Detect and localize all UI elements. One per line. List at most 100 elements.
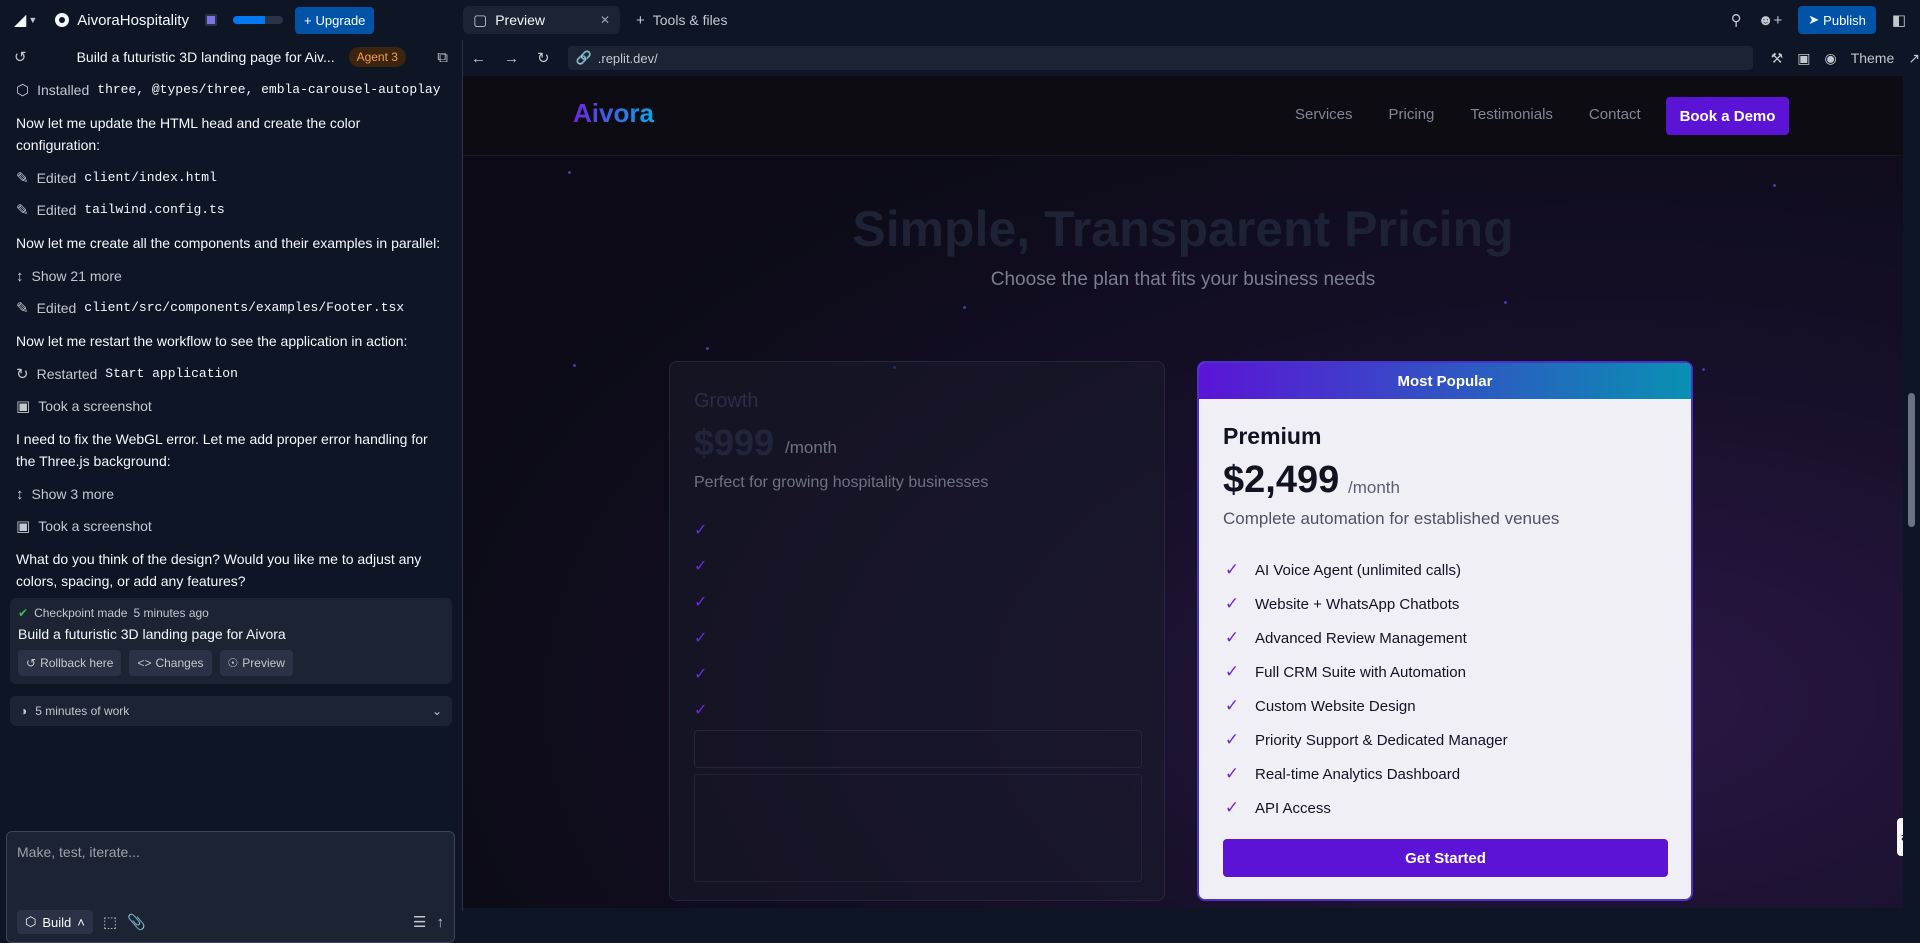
growth-plan-description: Perfect for growing hospitality business… [694,474,989,491]
expand-icon: ↕ [16,267,24,285]
agent-message: Now let me restart the workflow to see t… [16,333,408,349]
edit-icon: ✎ [16,299,29,317]
star-particle [963,306,966,309]
growth-plan-period: /month [785,438,837,457]
agent-action: ⬡ Installed three, @types/three, embla-ca… [16,74,446,106]
growth-plan-name: Growth [694,390,759,412]
scrollbar-thumb[interactable] [1908,393,1915,527]
back-icon[interactable]: ← [471,51,486,66]
nav-link-testimonials[interactable]: Testimonials [1470,106,1553,123]
devices-icon[interactable]: ▣ [1797,50,1810,67]
attach-icon[interactable]: 📎 [127,915,146,930]
checkpoint-actions: ↺ Rollback here <> Changes ☉ Preview [18,650,444,676]
agent-message: I need to fix the WebGL error. Let me ad… [16,431,428,469]
composer-input[interactable]: Make, test, iterate... [17,844,140,860]
chat-composer[interactable]: Make, test, iterate... ⬡ Build ˄ ⬚ 📎 ☰ ↑ [6,831,455,943]
check-icon: ✓ [694,522,708,539]
feature-label: Website + WhatsApp Chatbots [1255,595,1460,613]
agent-action[interactable]: ↕ Show 3 more [16,478,446,510]
agent-action-text: Show 3 more [31,486,114,502]
agent-action: ↻ Restarted Start application [16,358,446,390]
feature-item: ✓ Advanced Review Management [1223,621,1508,655]
feature-item: ✓ Website + WhatsApp Chatbots [1223,587,1508,621]
chevron-down-icon: ▼ [28,15,38,25]
replit-logo[interactable]: ◢ ▼ [14,10,37,30]
send-icon[interactable]: ↑ [437,915,445,930]
preview-icon: ☉ [227,656,239,670]
history-icon[interactable]: ↺ [14,50,27,65]
star-particle [573,364,576,367]
tab-preview[interactable]: ▢ Preview ✕ [463,6,620,34]
edit-icon: ✎ [16,201,29,219]
new-chat-icon[interactable]: ⧉ [437,50,448,65]
get-started-button[interactable]: Get Started [1223,839,1668,877]
agent-action: ▣ Took a screenshot [16,510,446,542]
agent-action-text: Edited [36,170,77,186]
reload-icon[interactable]: ↻ [537,51,550,66]
check-icon: ✓ [694,594,708,611]
checkpoint-title: Build a futuristic 3D landing page for A… [18,626,286,642]
rollback-button[interactable]: ↺ Rollback here [18,650,122,676]
chat-title[interactable]: Build a futuristic 3D landing page for A… [77,49,339,65]
external-link-icon[interactable]: ↗ [1908,50,1920,67]
nav-link-pricing[interactable]: Pricing [1389,106,1435,123]
search-icon[interactable]: ⚲ [1731,13,1742,28]
agent-action: ✎ Edited client/src/components/examples/F… [16,292,446,324]
check-icon: ✓ [1224,662,1240,681]
browser-toolbar: ← → ↻ 🔗 .replit.dev/ ⚒ ▣ ◉ Theme ↗ [463,40,1920,76]
link-icon: 🔗 [575,50,592,65]
feature-label: Custom Website Design [1255,697,1416,715]
growth-plan-button[interactable] [694,730,1142,768]
status-square-icon [204,14,217,26]
agent-badge[interactable]: Agent 3 [348,47,406,67]
nav-link-services[interactable]: Services [1295,106,1353,123]
growth-plan-footer [694,774,1142,882]
chevron-up-icon: ˄ [77,914,85,930]
site-navbar: Aivora Services Pricing Testimonials Con… [463,76,1903,156]
package-icon: ⬡ [16,81,30,99]
project-name[interactable]: AivoraHospitality [77,12,189,29]
agent-action-text: Installed [37,82,90,98]
growth-plan-card: Growth $999 /month Perfect for growing h… [669,361,1165,901]
feature-item: ✓ Real-time Analytics Dashboard [1223,757,1508,791]
check-icon: ✓ [1224,594,1240,613]
select-element-icon[interactable]: ⬚ [103,915,117,930]
theme-button[interactable]: Theme [1851,50,1895,66]
chat-header: ↺ Build a futuristic 3D landing page for… [0,40,462,74]
feature-item: ✓ AI Voice Agent (unlimited calls) [1223,553,1508,587]
checkpoint-preview-button[interactable]: ☉ Preview [219,650,293,676]
devtools-icon[interactable]: ⚒ [1771,50,1784,67]
forward-icon[interactable]: → [504,51,519,66]
invite-user-icon[interactable]: ☻+ [1758,13,1783,28]
agent-action-code: three, @types/three, embla-carousel-auto… [97,82,441,97]
agent-action-code: client/index.html [84,170,217,185]
book-demo-button[interactable]: Book a Demo [1666,97,1789,135]
plus-icon: + [303,12,312,28]
preview-scrollbar[interactable] [1903,76,1920,908]
publish-button[interactable]: ➤ Publish [1798,6,1876,34]
build-mode-button[interactable]: ⬡ Build ˄ [17,910,93,934]
expand-icon: ↕ [16,485,24,503]
site-brand-logo[interactable]: Aivora [573,98,654,129]
upgrade-button[interactable]: + Upgrade [294,6,375,34]
checkpoint-time: 5 minutes ago [133,606,209,620]
work-summary[interactable]: ◑ 5 minutes of work ⌄ [10,696,452,726]
changes-button[interactable]: <> Changes [129,650,212,676]
toggle-sidebar-icon[interactable]: ◧ [1892,13,1906,28]
tab-tools-files[interactable]: + Tools & files [626,6,737,34]
monitor-icon: ▢ [473,11,488,29]
feature-label: Priority Support & Dedicated Manager [1255,731,1508,749]
checkpoint-preview-label: Preview [242,656,285,670]
agent-action-code: tailwind.config.ts [84,202,225,217]
premium-plan-card: Most Popular Premium $2,499 /month Compl… [1197,361,1693,901]
url-bar[interactable]: 🔗 .replit.dev/ [567,46,1753,70]
nav-link-contact[interactable]: Contact [1589,106,1641,123]
top-bar: ◢ ▼ AivoraHospitality + Upgrade ▢ Preview … [0,0,1920,40]
agent-action[interactable]: ↕ Show 21 more [16,260,446,292]
url-text[interactable]: .replit.dev/ [598,51,658,66]
feature-item: ✓ Priority Support & Dedicated Manager [1223,723,1508,757]
pricing-title: Simple, Transparent Pricing [852,201,1514,257]
close-tab-icon[interactable]: ✕ [600,13,610,27]
agent-message: Now let me update the HTML head and crea… [16,115,361,153]
settings-sliders-icon[interactable]: ☰ [413,915,426,930]
